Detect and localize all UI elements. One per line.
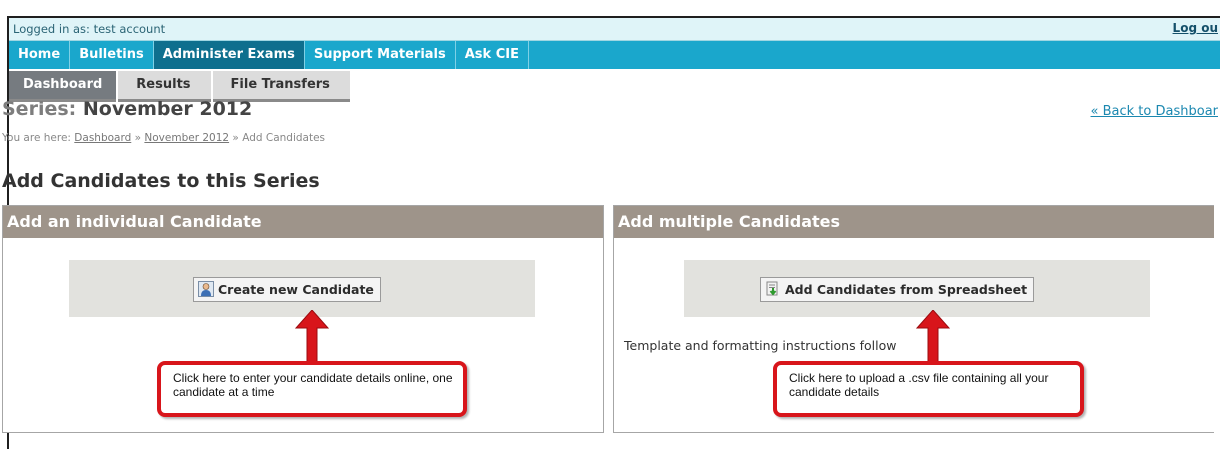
series-title: Series: November 2012 bbox=[2, 98, 252, 120]
breadcrumb-series[interactable]: November 2012 bbox=[144, 132, 229, 144]
breadcrumb-prefix: You are here: bbox=[2, 132, 71, 144]
series-prefix: Series: bbox=[2, 98, 77, 120]
logged-in-text: Logged in as: test account bbox=[13, 22, 166, 36]
spreadsheet-download-icon bbox=[765, 281, 781, 297]
nav-tab-ask-cie[interactable]: Ask CIE bbox=[456, 41, 529, 69]
button-area: Create new Candidate bbox=[69, 260, 535, 317]
top-bar: Logged in as: test account Log ou bbox=[9, 18, 1220, 41]
main-nav: Home Bulletins Administer Exams Support … bbox=[9, 41, 1220, 69]
page-heading: Add Candidates to this Series bbox=[2, 170, 320, 192]
breadcrumb-dashboard[interactable]: Dashboard bbox=[74, 132, 131, 144]
breadcrumb-current: Add Candidates bbox=[242, 132, 326, 144]
create-new-candidate-label: Create new Candidate bbox=[218, 282, 374, 297]
callout-individual: Click here to enter your candidate detai… bbox=[157, 361, 467, 417]
template-instructions-text: Template and formatting instructions fol… bbox=[624, 338, 897, 353]
breadcrumb: You are here: Dashboard » November 2012 … bbox=[2, 132, 325, 144]
breadcrumb-separator: » bbox=[232, 132, 239, 144]
nav-tab-administer-exams[interactable]: Administer Exams bbox=[153, 41, 305, 69]
series-name: November 2012 bbox=[82, 98, 253, 120]
nav-tab-bulletins[interactable]: Bulletins bbox=[70, 41, 154, 69]
add-from-spreadsheet-label: Add Candidates from Spreadsheet bbox=[785, 282, 1028, 297]
arrow-left bbox=[295, 310, 329, 366]
nav-tab-home[interactable]: Home bbox=[9, 41, 71, 69]
logout-link[interactable]: Log ou bbox=[1173, 21, 1218, 35]
person-icon bbox=[198, 281, 214, 297]
panel-title: Add an individual Candidate bbox=[3, 206, 603, 238]
arrow-right bbox=[916, 310, 950, 366]
add-from-spreadsheet-button[interactable]: Add Candidates from Spreadsheet bbox=[760, 277, 1035, 302]
callout-multiple: Click here to upload a .csv file contain… bbox=[773, 361, 1084, 417]
button-area: Add Candidates from Spreadsheet bbox=[684, 260, 1150, 317]
breadcrumb-separator: » bbox=[134, 132, 142, 144]
create-new-candidate-button[interactable]: Create new Candidate bbox=[193, 277, 381, 302]
nav-tab-support-materials[interactable]: Support Materials bbox=[305, 41, 456, 69]
back-to-dashboard-link[interactable]: « Back to Dashboar bbox=[1091, 104, 1218, 119]
panel-title: Add multiple Candidates bbox=[614, 206, 1214, 238]
